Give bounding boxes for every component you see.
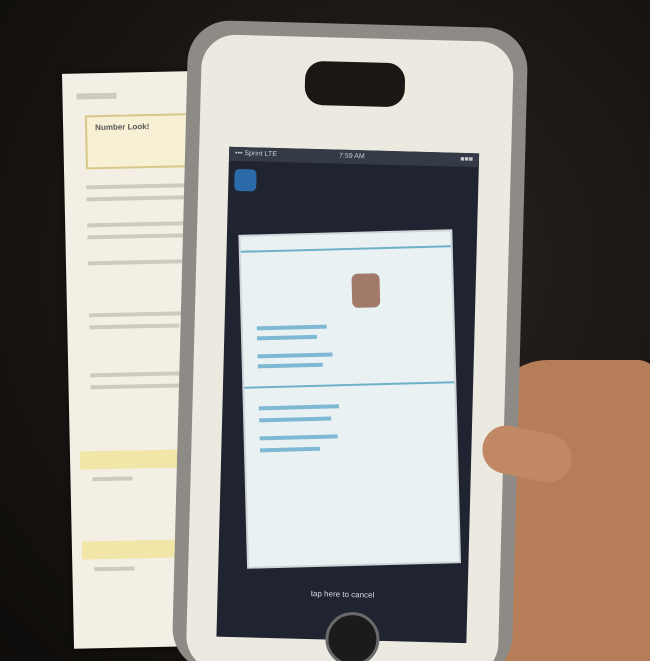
- doc-text-line: [258, 404, 339, 411]
- photo-scene: Number Look! ••• Sprint LTE 7:59 AM ■■■: [0, 0, 650, 661]
- status-time: 7:59 AM: [338, 152, 365, 161]
- doc-text-line: [257, 362, 323, 369]
- status-bar: ••• Sprint LTE 7:59 AM ■■■: [228, 146, 480, 168]
- phone-screen: ••• Sprint LTE 7:59 AM ■■■ tap here to c…: [216, 146, 480, 644]
- paper-box-title: Number Look!: [95, 122, 150, 133]
- camera-cutout: [304, 60, 406, 108]
- doc-text-line: [257, 334, 318, 341]
- status-carrier: ••• Sprint LTE: [234, 149, 278, 159]
- doc-band: [244, 381, 455, 389]
- paper-text-line: [90, 383, 186, 390]
- cancel-hint[interactable]: tap here to cancel: [217, 587, 467, 603]
- doc-text-line: [259, 434, 338, 441]
- paper-text-line: [86, 195, 197, 202]
- paper-text-line: [87, 233, 188, 240]
- doc-photo: [351, 273, 381, 308]
- doc-text-line: [259, 446, 321, 453]
- phone-case-inner: ••• Sprint LTE 7:59 AM ■■■ tap here to c…: [185, 34, 515, 661]
- app-icon[interactable]: [234, 168, 257, 192]
- scanned-document-preview: [240, 231, 459, 567]
- status-battery: ■■■: [460, 155, 474, 164]
- doc-text-line: [257, 352, 333, 359]
- paper-text-line: [89, 323, 180, 330]
- doc-text-line: [256, 324, 327, 331]
- paper-text-line: [92, 476, 133, 482]
- doc-band: [240, 245, 451, 253]
- phone-case: ••• Sprint LTE 7:59 AM ■■■ tap here to c…: [171, 19, 529, 661]
- doc-text-line: [259, 416, 332, 423]
- paper-text-line: [94, 566, 135, 572]
- paper-header-line: [76, 92, 117, 100]
